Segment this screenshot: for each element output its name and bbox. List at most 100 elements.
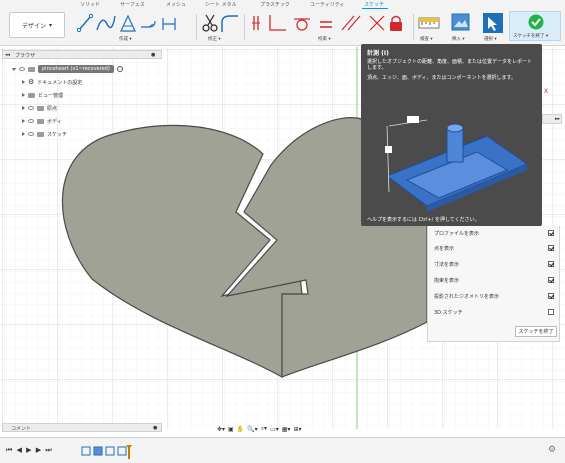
tree-item-bodies[interactable]: ボディ [22, 115, 62, 127]
checkbox-checked[interactable] [548, 277, 554, 283]
tab-solid[interactable]: ソリッド [80, 1, 100, 8]
visibility-eye-icon[interactable] [28, 132, 34, 136]
insert-group-label[interactable]: 挿入 ▾ [452, 36, 465, 42]
create-group-label[interactable]: 作成 ▾ [119, 36, 132, 42]
inspect-label: 検査 [420, 37, 429, 42]
symmetry-icon [369, 15, 385, 31]
tree-item-named-views[interactable]: ビュー管理 [22, 89, 63, 101]
constraints-group-label[interactable]: 拘束 ▾ [318, 36, 331, 42]
finish-sketch-button[interactable]: スケッチを終了 ▾ [509, 11, 561, 41]
tooltip-title: 計測 (I) [367, 50, 389, 57]
measure-tooltip: 計測 (I) 選択したオブジェクトの距離、角度、面積、または位置データをレポート… [361, 44, 542, 226]
separator [413, 14, 414, 40]
timeline-features[interactable] [80, 443, 140, 459]
gear-icon[interactable]: ⚙ [548, 445, 556, 455]
caret-right-icon[interactable] [22, 119, 25, 123]
palette-row[interactable]: プロファイルを表示 [434, 228, 554, 238]
sketch-palette: プロファイルを表示 点を表示 寸法を表示 拘束を表示 投影されたジオメトリを表示… [427, 226, 560, 342]
tree-item-label: ビュー管理 [38, 92, 64, 99]
collapse-icon[interactable]: ◂◂ [5, 52, 10, 58]
pan-icon[interactable]: ✋ [237, 426, 244, 433]
dimension-icon [162, 18, 176, 30]
tree-item-label: 原点 [47, 105, 58, 112]
palette-finish-sketch-button[interactable]: スケッチを終了 [515, 326, 557, 337]
tab-sketch[interactable]: スケッチ [364, 1, 384, 8]
caret-right-icon[interactable] [22, 93, 25, 97]
palette-row[interactable]: 点を表示 [434, 243, 554, 253]
tree-item-document-settings[interactable]: ⚙ ドキュメントの設定 [22, 76, 82, 88]
visibility-eye-icon[interactable] [19, 67, 25, 71]
workspace-design-button[interactable]: デザイン ▾ [9, 12, 65, 38]
caret-right-icon[interactable] [22, 132, 25, 136]
expand-icon[interactable]: ▸▸ [555, 116, 560, 122]
create-tools-icons[interactable] [77, 12, 189, 34]
insert-label: 挿入 [452, 37, 461, 42]
comments-panel[interactable]: コメント ● [2, 423, 162, 432]
tooltip-description: 選択したオブジェクトの距離、角度、面積、または位置データをレポートします。 [367, 59, 533, 71]
design-label: デザイン [21, 22, 46, 30]
tree-item-sketches[interactable]: スケッチ [22, 128, 67, 140]
caret-down-icon[interactable] [12, 67, 16, 71]
create-label: 作成 [119, 37, 128, 42]
select-icon[interactable] [482, 12, 504, 34]
display-settings-icon[interactable]: ▭▾ [270, 426, 279, 433]
checkbox-unchecked[interactable] [548, 309, 554, 315]
measure-icon[interactable] [418, 13, 440, 33]
checkbox-checked[interactable] [548, 230, 554, 236]
palette-row-label: プロファイルを表示 [434, 230, 480, 237]
tab-mesh[interactable]: メッシュ [166, 1, 186, 8]
tab-utilities[interactable]: ユーティリティ [310, 1, 344, 8]
visibility-eye-icon[interactable] [28, 119, 34, 123]
coincident-icon [252, 16, 260, 30]
caret-right-icon[interactable] [22, 106, 25, 110]
orbit-icon[interactable]: ✥▾ [217, 426, 225, 433]
timeline-bar: ⏮ ◀ ▶ ▶ ⏭ ⚙ [0, 437, 565, 463]
palette-row[interactable]: 投影されたジオメトリを表示 [434, 291, 554, 301]
tree-root[interactable]: pinceheart (v1~recovered) [12, 63, 123, 75]
checkbox-checked[interactable] [548, 261, 554, 267]
tree-item-label: ドキュメントの設定 [37, 79, 83, 86]
look-at-icon[interactable]: ▣ [228, 426, 234, 433]
modify-group-label[interactable]: 修正 ▾ [208, 36, 221, 42]
tangent-icon [294, 18, 310, 31]
tree-item-label: ボディ [47, 118, 62, 125]
navigation-bar: ✥▾ ▣ ✋ 🔍▾ ⌕▾ ▭▾ ▦▾ ⊞▾ [217, 423, 347, 435]
fit-icon[interactable]: ⌕▾ [261, 425, 267, 433]
separator [244, 14, 245, 40]
checkbox-checked[interactable] [548, 293, 554, 299]
constraint-tools-icons[interactable] [250, 12, 410, 34]
insert-image-icon[interactable] [451, 12, 471, 32]
viewports-icon[interactable]: ⊞▾ [293, 426, 301, 433]
modify-tools-icons[interactable] [200, 12, 240, 34]
palette-row[interactable]: 寸法を表示 [434, 259, 554, 269]
inspect-group-label[interactable]: 検査 ▾ [420, 36, 433, 42]
tab-surface[interactable]: サーフェス [120, 1, 145, 8]
palette-row[interactable]: 拘束を表示 [434, 275, 554, 285]
checkbox-checked[interactable] [548, 245, 554, 251]
tab-plastic[interactable]: プラスチック [260, 1, 290, 8]
root-component-label: pinceheart (v1~recovered) [38, 65, 114, 73]
browser-title: ブラウザ [15, 53, 36, 59]
pin-icon[interactable]: ● [151, 52, 155, 58]
zoom-icon[interactable]: 🔍▾ [247, 426, 257, 433]
browser-header: ◂◂ ブラウザ ● [2, 50, 162, 59]
grid-settings-icon[interactable]: ▦▾ [282, 426, 291, 433]
visibility-eye-icon[interactable] [28, 106, 34, 110]
radio-icon[interactable] [116, 66, 123, 72]
sketch-line-icon [77, 13, 94, 33]
caret-right-icon[interactable] [22, 80, 25, 84]
palette-row-label: 投影されたジオメトリを表示 [434, 293, 500, 300]
select-label: 選択 [484, 37, 493, 42]
playback-controls[interactable]: ⏮ ◀ ▶ ▶ ⏭ [6, 446, 53, 455]
select-group-label[interactable]: 選択 ▾ [484, 36, 497, 42]
axis-x-marker: X [544, 88, 549, 95]
comment-toggle-icon[interactable]: ● [153, 425, 157, 431]
triangle-icon [120, 14, 136, 32]
tab-sheet-metal[interactable]: シート メタル [205, 1, 237, 8]
arc-icon [141, 20, 156, 28]
tree-item-origin[interactable]: 原点 [22, 102, 57, 114]
palette-row-label: 拘束を表示 [434, 277, 460, 284]
palette-row[interactable]: 3D スケッチ [434, 307, 554, 317]
folder-icon [37, 105, 44, 111]
palette-row-label: 寸法を表示 [434, 261, 460, 268]
